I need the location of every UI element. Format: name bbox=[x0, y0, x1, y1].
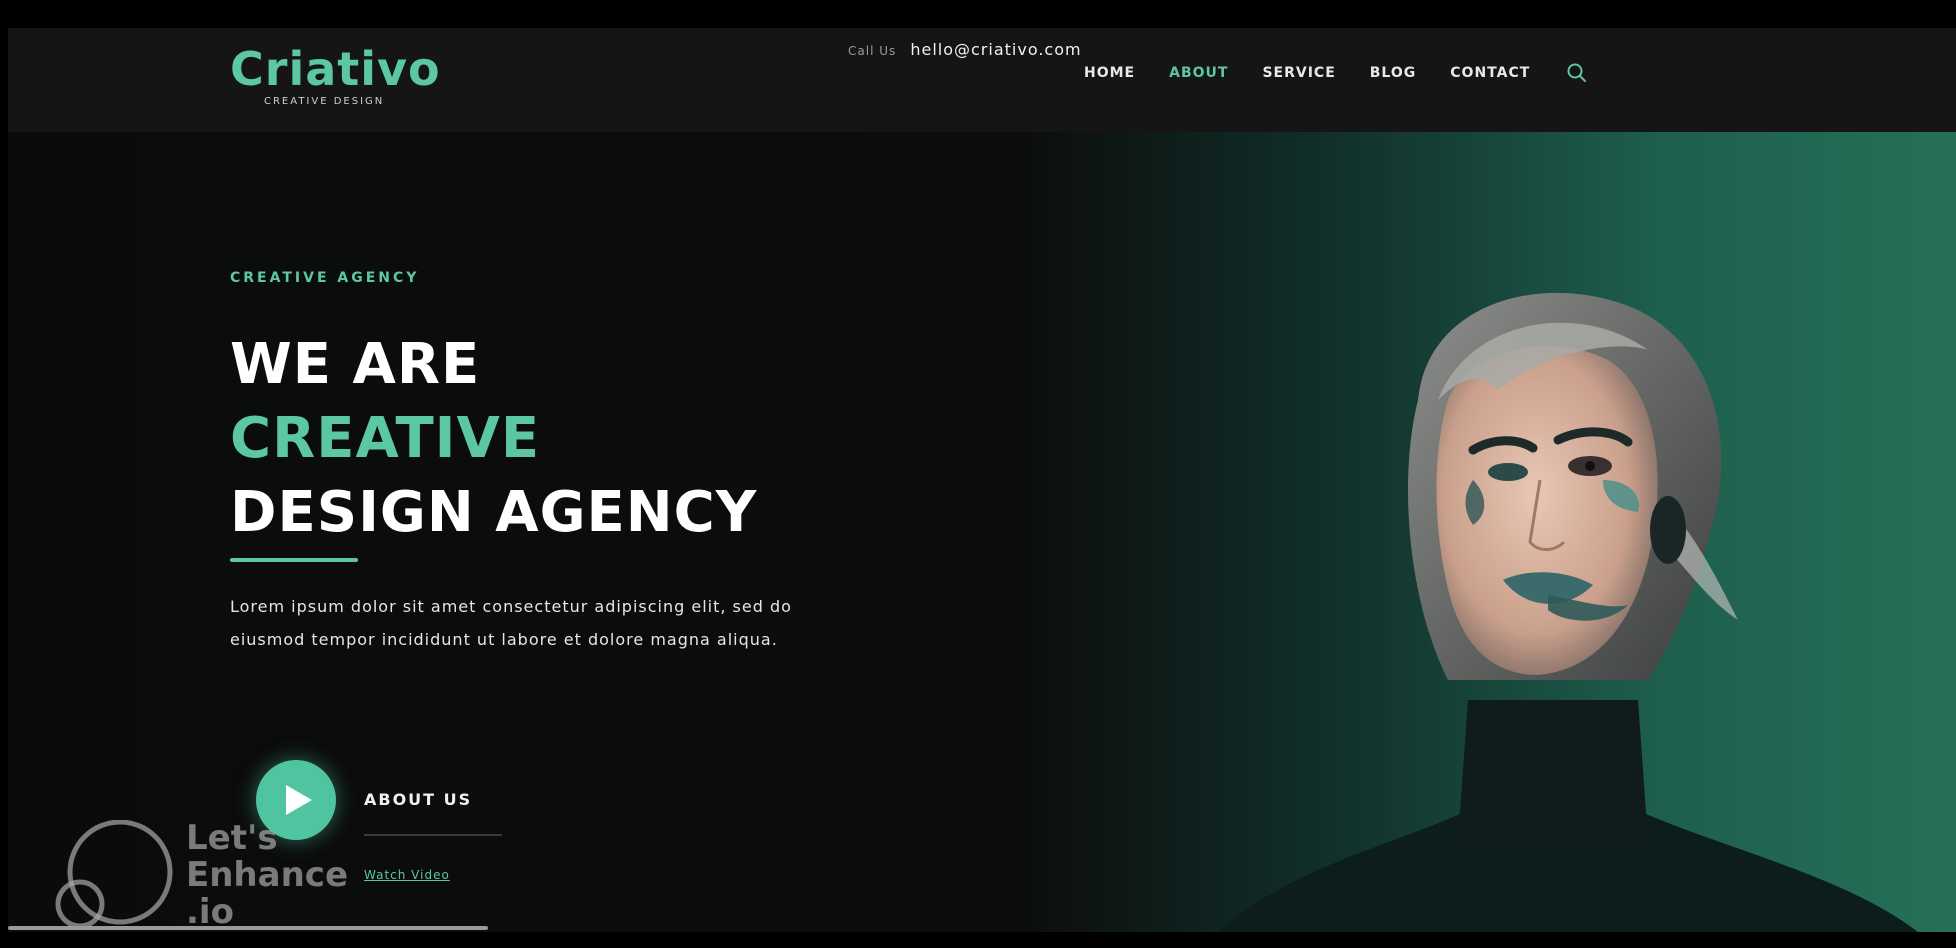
watermark-logo: Let's Enhance .io bbox=[54, 819, 374, 931]
nav-item-about[interactable]: ABOUT bbox=[1169, 65, 1228, 81]
contact-email[interactable]: hello@criativo.com bbox=[910, 40, 1081, 59]
watermark-text: Let's Enhance .io bbox=[186, 820, 348, 931]
logo-tagline: CREATIVE DESIGN bbox=[264, 96, 385, 107]
watermark-line-1: Let's bbox=[186, 818, 278, 858]
hero-eyebrow: CREATIVE AGENCY bbox=[230, 270, 420, 286]
play-divider bbox=[364, 834, 502, 836]
watermark-circles-icon bbox=[55, 819, 173, 929]
main-nav: HOME ABOUT SERVICE BLOG CONTACT bbox=[1084, 62, 1588, 84]
nav-item-contact[interactable]: CONTACT bbox=[1450, 65, 1530, 81]
browser-viewport: Criativo CREATIVE DESIGN Call Us hello@c… bbox=[8, 28, 1956, 932]
watermark-line-2: Enhance bbox=[186, 855, 348, 895]
page-progress-bar bbox=[8, 926, 488, 930]
contact-label: Call Us bbox=[848, 44, 897, 58]
headline-line-3: DESIGN AGENCY bbox=[230, 480, 758, 545]
header-contact: Call Us hello@criativo.com bbox=[848, 40, 1082, 59]
nav-item-blog[interactable]: BLOG bbox=[1370, 65, 1417, 81]
hero-portrait-image bbox=[1218, 292, 1918, 932]
play-icon bbox=[286, 785, 312, 815]
site-header: Criativo CREATIVE DESIGN Call Us hello@c… bbox=[8, 28, 1956, 132]
search-icon[interactable] bbox=[1566, 62, 1588, 84]
accent-divider bbox=[230, 558, 358, 562]
site-logo[interactable]: Criativo bbox=[230, 42, 441, 96]
play-label[interactable]: ABOUT US bbox=[364, 790, 472, 809]
hero-headline: WE ARE CREATIVE DESIGN AGENCY bbox=[230, 328, 757, 550]
watch-video-link[interactable]: Watch Video bbox=[364, 868, 450, 882]
headline-line-2: CREATIVE bbox=[230, 406, 541, 471]
nav-item-service[interactable]: SERVICE bbox=[1262, 65, 1335, 81]
nav-item-home[interactable]: HOME bbox=[1084, 65, 1135, 81]
headline-line-1: WE ARE bbox=[230, 332, 481, 397]
hero-paragraph: Lorem ipsum dolor sit amet consectetur a… bbox=[230, 597, 792, 649]
